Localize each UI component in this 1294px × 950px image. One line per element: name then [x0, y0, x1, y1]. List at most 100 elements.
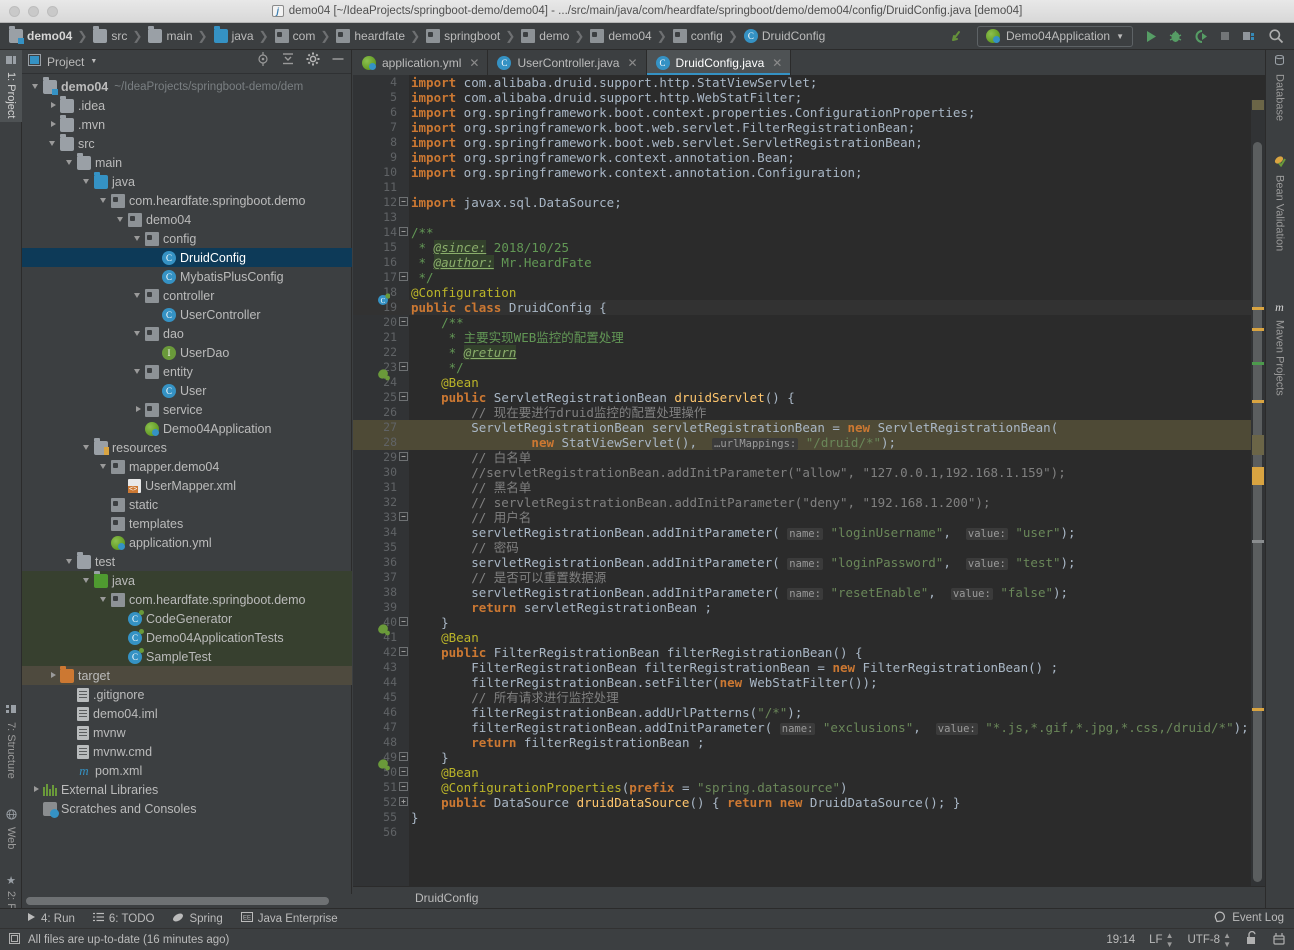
tree-item-config[interactable]: config — [22, 229, 352, 248]
editor-breadcrumb[interactable]: DruidConfig — [353, 886, 1265, 908]
breadcrumb-item-demo04[interactable]: demo04 — [6, 26, 74, 45]
code-line[interactable]: 51 @ConfigurationProperties(prefix = "sp… — [353, 780, 1265, 795]
tree-item-templates[interactable]: templates — [22, 514, 352, 533]
run-icon[interactable] — [1143, 29, 1158, 44]
tree-item-service[interactable]: service — [22, 400, 352, 419]
code-line[interactable]: 15 * @since: 2018/10/25 — [353, 240, 1265, 255]
bean-marker-icon[interactable] — [377, 623, 390, 636]
code-line[interactable]: 50 @Bean — [353, 765, 1265, 780]
tree-item-java[interactable]: java — [22, 570, 352, 590]
code-line[interactable]: 9 import org.springframework.context.anno… — [353, 150, 1265, 165]
tree-item-test[interactable]: test — [22, 551, 352, 571]
chevron-down-icon[interactable] — [115, 213, 128, 226]
project-panel-hscrollbar[interactable] — [22, 894, 352, 908]
chevron-down-icon[interactable] — [132, 327, 145, 340]
breadcrumb-item-src[interactable]: src — [90, 26, 129, 45]
chevron-right-icon[interactable] — [47, 99, 60, 112]
code-line[interactable]: 33 // 用户名 — [353, 510, 1265, 525]
code-line[interactable]: 41 @Bean — [353, 630, 1265, 645]
code-line[interactable]: 28 new StatViewServlet(), …urlMappings: … — [353, 435, 1265, 450]
chevron-down-icon[interactable] — [64, 156, 77, 169]
code-line[interactable]: 38 servletRegistrationBean.addInitParame… — [353, 585, 1265, 600]
tree-item-target[interactable]: target — [22, 665, 352, 685]
breadcrumb-item-config[interactable]: config — [670, 27, 725, 45]
tree-item-demo04applicationtests[interactable]: C Demo04ApplicationTests — [22, 628, 352, 647]
tree-item-mvnw-cmd[interactable]: mvnw.cmd — [22, 742, 352, 761]
tree-item-druidconfig[interactable]: C DruidConfig — [22, 248, 352, 267]
tree-item-demo04application[interactable]: Demo04Application — [22, 419, 352, 438]
tree-item-idea[interactable]: .idea — [22, 95, 352, 115]
tree-item-application-yml[interactable]: application.yml — [22, 533, 352, 552]
tree-item-pom-xml[interactable]: m pom.xml — [22, 761, 352, 780]
event-log-button[interactable]: Event Log — [1214, 910, 1284, 926]
search-everywhere-icon[interactable] — [1268, 28, 1284, 44]
chevron-down-icon[interactable] — [132, 289, 145, 302]
tree-item-static[interactable]: static — [22, 495, 352, 514]
code-line[interactable]: 47 filterRegistrationBean.addInitParamet… — [353, 720, 1265, 735]
settings-gear-icon[interactable] — [306, 52, 320, 71]
tool-tab-project[interactable]: 1: Project — [0, 50, 22, 122]
tool-tab-structure[interactable]: 7: Structure — [0, 700, 22, 792]
debug-icon[interactable] — [1168, 29, 1183, 44]
chevron-down-icon[interactable] — [98, 460, 111, 473]
tree-item-controller[interactable]: controller — [22, 286, 352, 305]
breadcrumb-item-com[interactable]: com — [272, 27, 318, 45]
tool-tab-maven-projects[interactable]: m Maven Projects — [1265, 295, 1294, 420]
run-configuration-selector[interactable]: Demo04Application ▼ — [977, 25, 1133, 47]
tool-tab-bean-validation[interactable]: Bean Validation — [1265, 150, 1294, 282]
code-line[interactable]: 20 /** — [353, 315, 1265, 330]
locate-icon[interactable] — [256, 52, 270, 71]
code-line[interactable]: 55} — [353, 810, 1265, 825]
code-line[interactable]: 11 — [353, 180, 1265, 195]
code-fold-collapse-icon[interactable] — [399, 227, 409, 237]
tab-druidconfig-java[interactable]: C DruidConfig.java ✕ — [646, 50, 792, 75]
tree-item-user[interactable]: C User — [22, 381, 352, 400]
code-line[interactable]: 52 public DataSource druidDataSource() {… — [353, 795, 1265, 810]
collapse-all-icon[interactable] — [281, 52, 295, 71]
code-fold-collapse-icon[interactable] — [399, 197, 409, 207]
code-line[interactable]: 21 * 主要实现WEB监控的配置处理 — [353, 330, 1265, 345]
tree-item-usercontroller[interactable]: C UserController — [22, 305, 352, 324]
code-line[interactable]: 39 return servletRegistrationBean ; — [353, 600, 1265, 615]
chevron-down-icon[interactable] — [81, 574, 94, 587]
code-fold-collapse-icon[interactable] — [399, 617, 409, 627]
code-line[interactable]: 14 /** — [353, 225, 1265, 240]
breadcrumb-item-main[interactable]: main — [145, 26, 194, 45]
tool-tab-todo[interactable]: 6: TODO — [92, 912, 154, 925]
tree-item-mvnw[interactable]: mvnw — [22, 723, 352, 742]
chevron-down-icon[interactable] — [30, 80, 43, 93]
build-icon[interactable] — [949, 27, 967, 45]
code-line[interactable]: 24 @Bean — [353, 375, 1265, 390]
code-line[interactable]: 45 // 所有请求进行监控处理 — [353, 690, 1265, 705]
chevron-right-icon[interactable] — [30, 783, 43, 796]
tree-item-mapper-demo04[interactable]: mapper.demo04 — [22, 457, 352, 476]
code-line[interactable]: 10 import org.springframework.context.ann… — [353, 165, 1265, 180]
editor-scrollbar-thumb[interactable] — [1253, 142, 1262, 882]
tree-item-userdao[interactable]: I UserDao — [22, 343, 352, 362]
code-line[interactable]: 18 @Configuration — [353, 285, 1265, 300]
chevron-right-icon[interactable] — [47, 669, 60, 682]
tree-item-usermapper-xml[interactable]: UserMapper.xml — [22, 476, 352, 495]
breadcrumb-item-druidconfig[interactable]: C DruidConfig — [741, 27, 827, 45]
code-fold-collapse-icon[interactable] — [399, 362, 409, 372]
code-line[interactable]: 19 public class DruidConfig { — [353, 300, 1265, 315]
code-line[interactable]: 43 FilterRegistrationBean filterRegistra… — [353, 660, 1265, 675]
code-editor[interactable]: 4 import com.alibaba.druid.support.http.S… — [353, 75, 1265, 933]
tree-item-java[interactable]: java — [22, 171, 352, 191]
code-line[interactable]: 56 — [353, 825, 1265, 840]
code-line[interactable]: 8 import org.springframework.boot.web.ser… — [353, 135, 1265, 150]
code-line[interactable]: 6 import org.springframework.boot.context… — [353, 105, 1265, 120]
tree-item-com-heardfate-springboot-demo[interactable]: com.heardfate.springboot.demo — [22, 191, 352, 210]
project-tree[interactable]: demo04 ~/IdeaProjects/springboot-demo/dem… — [22, 74, 352, 894]
bean-marker-icon[interactable] — [377, 758, 390, 771]
code-line[interactable]: 49 } — [353, 750, 1265, 765]
code-fold-collapse-icon[interactable] — [399, 317, 409, 327]
chevron-right-icon[interactable] — [47, 118, 60, 131]
code-line[interactable]: 37 // 是否可以重置数据源 — [353, 570, 1265, 585]
chevron-down-icon[interactable]: ▼ — [90, 58, 97, 65]
chevron-down-icon[interactable] — [98, 194, 111, 207]
chevron-down-icon[interactable] — [81, 175, 94, 188]
code-line[interactable]: 7 import org.springframework.boot.web.ser… — [353, 120, 1265, 135]
tree-item-external-libraries[interactable]: External Libraries — [22, 780, 352, 799]
code-line[interactable]: 23 */ — [353, 360, 1265, 375]
